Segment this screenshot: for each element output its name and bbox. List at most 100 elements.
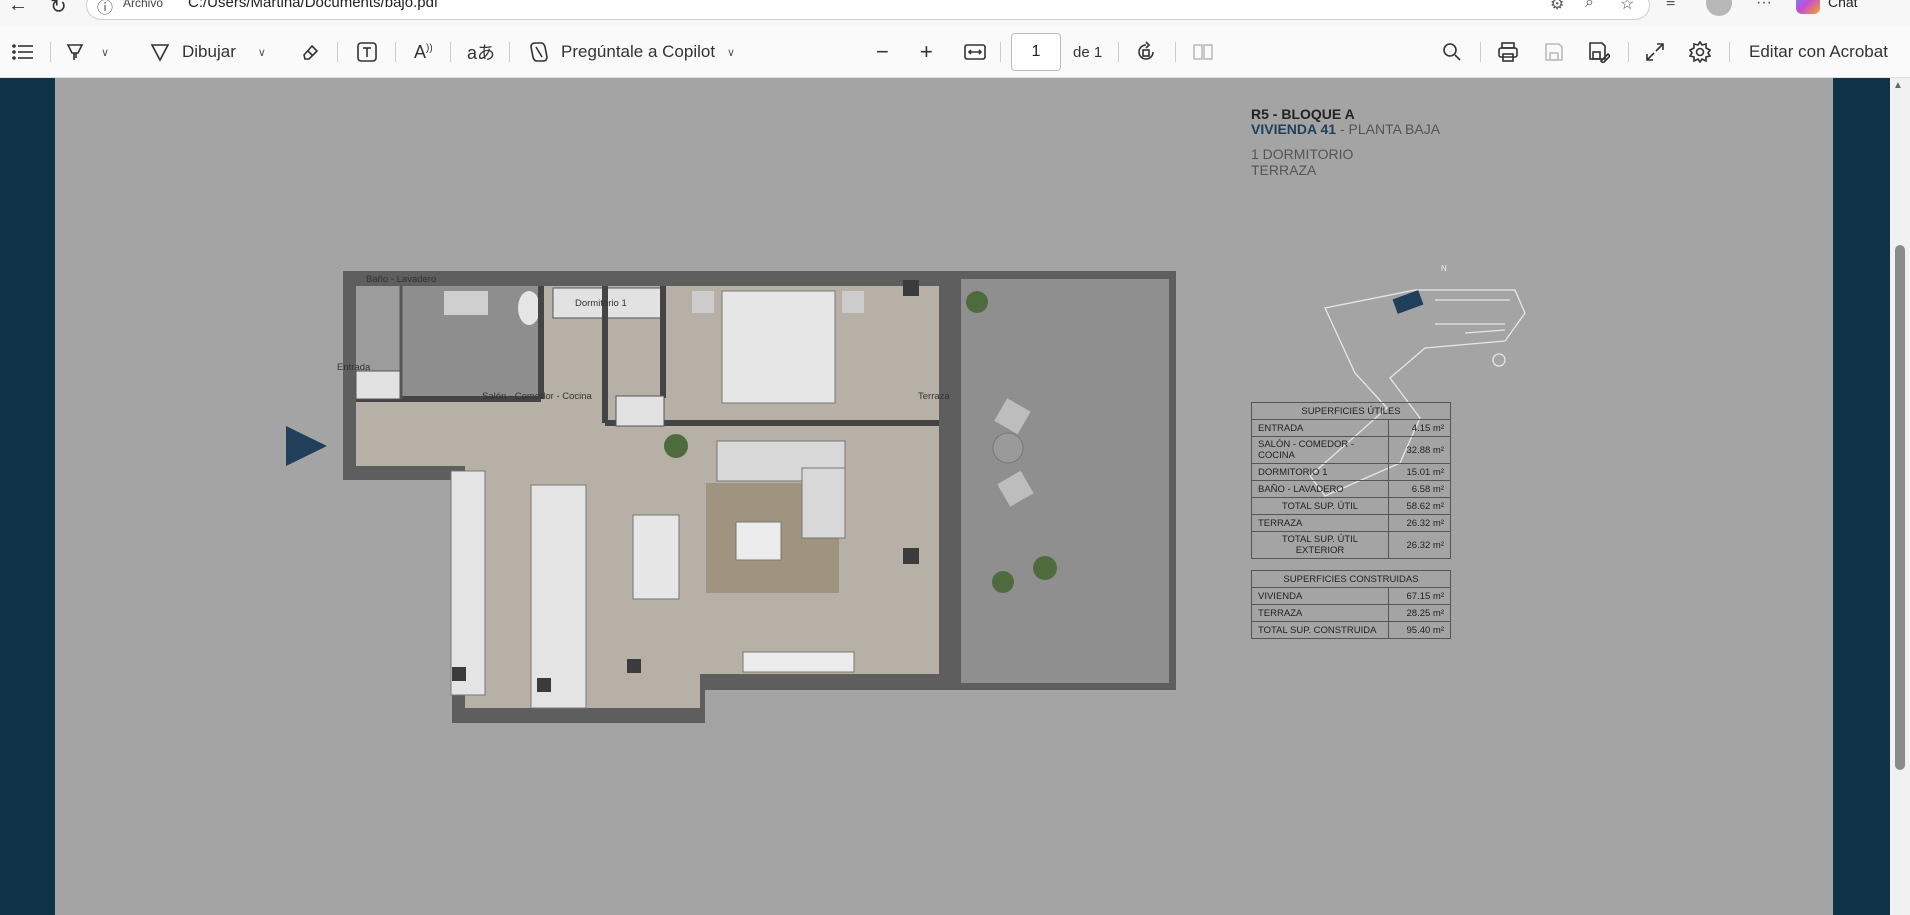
row-name: TERRAZA <box>1251 604 1389 622</box>
erase-button[interactable] <box>300 26 320 78</box>
entrance-arrow-icon <box>286 426 327 466</box>
minus-icon: − <box>876 39 889 64</box>
table-row: TERRAZA 28.25 m² <box>1251 604 1451 622</box>
zoom-icon[interactable]: ⌕ <box>1585 0 1594 12</box>
toolbar-divider <box>509 42 510 62</box>
scroll-up-arrow-icon[interactable]: ▲ <box>1893 80 1903 91</box>
total-value: 26.32 m² <box>1388 531 1451 559</box>
copilot-logo-icon[interactable] <box>1796 0 1820 14</box>
settings-button[interactable] <box>1689 26 1711 78</box>
row-name: DORMITORIO 1 <box>1251 463 1389 481</box>
draw-label: Dibujar <box>182 42 236 61</box>
table-row: BAÑO - LAVADERO 6.58 m² <box>1251 480 1451 498</box>
row-name: BAÑO - LAVADERO <box>1251 480 1389 498</box>
zoom-in-button[interactable]: + <box>920 26 933 78</box>
row-value: 32.88 m² <box>1388 436 1451 464</box>
toolbar-divider <box>50 42 51 62</box>
toolbar-divider <box>450 42 451 62</box>
row-name: VIVIENDA <box>1251 587 1389 605</box>
unit-floor: - PLANTA BAJA <box>1336 121 1441 137</box>
save-as-button[interactable] <box>1588 26 1610 78</box>
built-surfaces-table: SUPERFICIES CONSTRUIDAS VIVIENDA 67.15 m²… <box>1251 570 1451 639</box>
rotate-button[interactable] <box>1135 26 1157 78</box>
table-row: ENTRADA 4.15 m² <box>1251 419 1451 437</box>
read-aloud-button[interactable]: A)) <box>414 26 433 78</box>
edit-with-acrobat-button[interactable]: Editar con Acrobat <box>1749 26 1888 78</box>
coffee-table <box>735 521 782 561</box>
nightstand <box>842 291 864 313</box>
fullscreen-button[interactable] <box>1645 26 1665 78</box>
row-value: 26.32 m² <box>1388 514 1451 532</box>
favorites-list-icon[interactable]: ≡ <box>1666 0 1675 12</box>
toolbar-divider <box>1729 42 1730 62</box>
info-icon[interactable]: ⓘ <box>97 0 113 18</box>
row-name: TERRAZA <box>1251 514 1389 532</box>
translate-icon: aあ <box>467 43 496 63</box>
refresh-icon[interactable]: ↻ <box>50 0 67 19</box>
zoom-out-button[interactable]: − <box>876 26 889 78</box>
toolbar-divider <box>1480 42 1481 62</box>
page-left-band <box>0 78 55 915</box>
translate-button[interactable]: aあ <box>467 26 495 78</box>
row-value: 15.01 m² <box>1388 463 1451 481</box>
copilot-icon <box>530 42 548 62</box>
contents-icon[interactable] <box>12 26 34 78</box>
column <box>903 548 919 564</box>
more-menu-icon[interactable]: ··· <box>1756 0 1772 12</box>
draw-button[interactable]: Dibujar ∨ <box>150 26 266 78</box>
unit-number: VIVIENDA 41 <box>1251 121 1337 137</box>
table-title: SUPERFICIES ÚTILES <box>1251 402 1451 420</box>
text-box-icon <box>357 42 377 62</box>
table-total-row: TOTAL SUP. ÚTIL 58.62 m² <box>1251 497 1451 515</box>
kitchen-counter <box>450 470 486 696</box>
total-label: TOTAL SUP. ÚTIL EXTERIOR <box>1251 531 1389 559</box>
column <box>903 280 919 296</box>
table-total-row: TOTAL SUP. ÚTIL EXTERIOR 26.32 m² <box>1251 531 1451 559</box>
pdf-viewer: Baño - Lavadero Dormitorio 1 Entrada Sal… <box>0 78 1910 915</box>
add-text-button[interactable] <box>356 26 378 78</box>
favorite-star-icon[interactable]: ☆ <box>1620 0 1634 14</box>
copilot-label: Pregúntale a Copilot <box>561 42 716 61</box>
save-button[interactable] <box>1544 26 1564 78</box>
chevron-down-icon[interactable]: ∨ <box>101 46 109 59</box>
toolbar-divider <box>395 42 396 62</box>
back-arrow-icon[interactable]: ← <box>8 0 28 17</box>
table-row: TERRAZA 26.32 m² <box>1251 514 1451 532</box>
highlight-button[interactable]: ∨ <box>65 26 109 78</box>
chevron-down-icon[interactable]: ∨ <box>727 46 735 59</box>
copilot-button[interactable]: Pregúntale a Copilot ∨ <box>527 26 735 78</box>
toilet <box>518 291 540 325</box>
address-url[interactable]: C:/Users/Martina/Documents/bajo.pdf <box>188 0 438 11</box>
page-number-input[interactable]: 1 <box>1011 33 1061 71</box>
avatar[interactable] <box>1706 0 1732 16</box>
search-icon <box>1443 43 1461 61</box>
table-row: DORMITORIO 1 15.01 m² <box>1251 463 1451 481</box>
north-label: N <box>1441 264 1447 273</box>
fit-width-button[interactable] <box>964 26 986 78</box>
table-row: SALÓN - COMEDOR - COCINA 32.88 m² <box>1251 436 1451 464</box>
chat-button-label[interactable]: Chat <box>1828 0 1858 10</box>
column <box>627 659 641 673</box>
useful-surfaces-table: SUPERFICIES ÚTILES ENTRADA 4.15 m² SALÓN … <box>1251 402 1451 515</box>
bed <box>721 290 836 404</box>
row-value: 67.15 m² <box>1388 587 1451 605</box>
row-value: 4.15 m² <box>1388 419 1451 437</box>
page-view-button[interactable] <box>1192 26 1214 78</box>
scrollbar-thumb[interactable] <box>1895 245 1905 770</box>
chevron-down-icon[interactable]: ∨ <box>258 46 266 59</box>
print-button[interactable] <box>1497 26 1519 78</box>
floor-plan-drawing <box>286 271 1526 723</box>
sofa <box>801 467 846 539</box>
page-right-band <box>1833 78 1890 915</box>
plant <box>992 571 1014 593</box>
closet <box>615 395 665 427</box>
total-value: 95.40 m² <box>1388 621 1451 639</box>
search-button[interactable] <box>1442 26 1462 78</box>
kitchen-island <box>530 484 587 709</box>
read-aloud-icon[interactable]: ⚙ <box>1550 0 1564 14</box>
page-count-label: de 1 <box>1073 43 1103 61</box>
total-value: 58.62 m² <box>1388 497 1451 515</box>
table-title: SUPERFICIES CONSTRUIDAS <box>1251 570 1451 588</box>
address-scheme-label: Archivo <box>123 0 164 10</box>
browser-address-strip: ← ↻ ⓘ Archivo C:/Users/Martina/Documents… <box>0 0 1910 26</box>
